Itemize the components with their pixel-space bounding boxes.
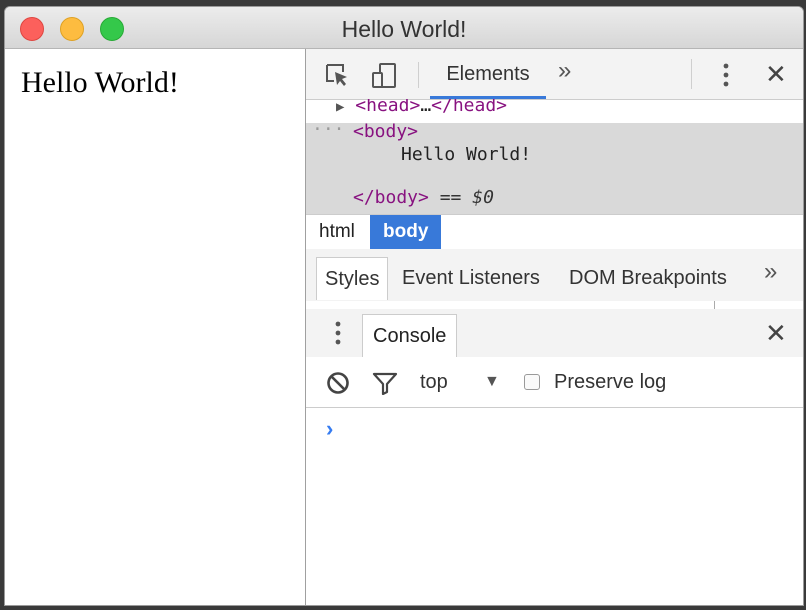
tab-elements[interactable]: Elements bbox=[430, 49, 546, 99]
tab-styles[interactable]: Styles bbox=[316, 257, 389, 300]
dom-tree: ▶ <head>…</head> ··· <body> Hello World!… bbox=[306, 99, 803, 214]
preserve-log-checkbox[interactable] bbox=[524, 374, 540, 390]
tab-console[interactable]: Console bbox=[362, 314, 458, 358]
title-bar: Hello World! bbox=[5, 7, 803, 49]
toolbar-separator bbox=[691, 59, 692, 89]
dom-node-body[interactable]: <body> bbox=[353, 121, 418, 142]
breadcrumb-html[interactable]: html bbox=[306, 215, 368, 249]
toolbar-separator bbox=[418, 62, 419, 88]
page-content-text: Hello World! bbox=[21, 66, 179, 99]
console-toolbar: top ▼ Preserve log bbox=[306, 357, 803, 408]
tab-event-listeners[interactable]: Event Listeners bbox=[394, 257, 548, 299]
context-select[interactable]: top bbox=[420, 371, 448, 394]
node-actions-dots[interactable]: ··· bbox=[312, 119, 345, 140]
resizer-tick bbox=[714, 301, 715, 309]
clear-console-icon[interactable] bbox=[326, 371, 350, 400]
expand-arrow-icon[interactable]: ▶ bbox=[336, 99, 344, 115]
drawer-menu-icon[interactable] bbox=[332, 320, 344, 351]
more-tabs-icon[interactable]: » bbox=[558, 57, 571, 85]
chevron-down-icon[interactable]: ▼ bbox=[484, 373, 500, 391]
close-drawer-icon[interactable]: ✕ bbox=[765, 320, 787, 346]
breadcrumb: html body bbox=[306, 214, 803, 250]
console-output[interactable]: › bbox=[306, 408, 803, 605]
dom-node-body-close[interactable]: </body> == $0 bbox=[353, 187, 494, 208]
more-options-icon[interactable] bbox=[720, 62, 732, 93]
close-devtools-icon[interactable]: ✕ bbox=[765, 61, 787, 87]
filter-icon[interactable] bbox=[372, 371, 398, 400]
browser-window: Hello World! Hello World! Elements » ✕ ▶… bbox=[4, 6, 804, 606]
dom-node-head[interactable]: ▶ <head>…</head> bbox=[336, 99, 507, 116]
window-title: Hello World! bbox=[341, 16, 467, 42]
console-prompt-icon: › bbox=[326, 416, 334, 441]
devtools-toolbar: Elements » ✕ bbox=[306, 49, 803, 100]
dom-text-node[interactable]: Hello World! bbox=[401, 144, 531, 165]
preserve-log-label: Preserve log bbox=[554, 371, 667, 393]
breadcrumb-body[interactable]: body bbox=[370, 215, 442, 249]
drawer-tab-bar: Console ✕ bbox=[306, 309, 803, 358]
more-sidebar-tabs-icon[interactable]: » bbox=[764, 258, 777, 286]
devtools-panel: Elements » ✕ ▶ <head>…</head> ··· <body>… bbox=[306, 49, 803, 605]
tab-dom-breakpoints[interactable]: DOM Breakpoints bbox=[561, 257, 735, 299]
inspect-element-icon[interactable] bbox=[324, 62, 350, 93]
page-viewport: Hello World! bbox=[5, 49, 306, 605]
device-toolbar-icon[interactable] bbox=[370, 62, 398, 95]
styles-tab-bar: Styles Event Listeners DOM Breakpoints » bbox=[306, 249, 803, 302]
